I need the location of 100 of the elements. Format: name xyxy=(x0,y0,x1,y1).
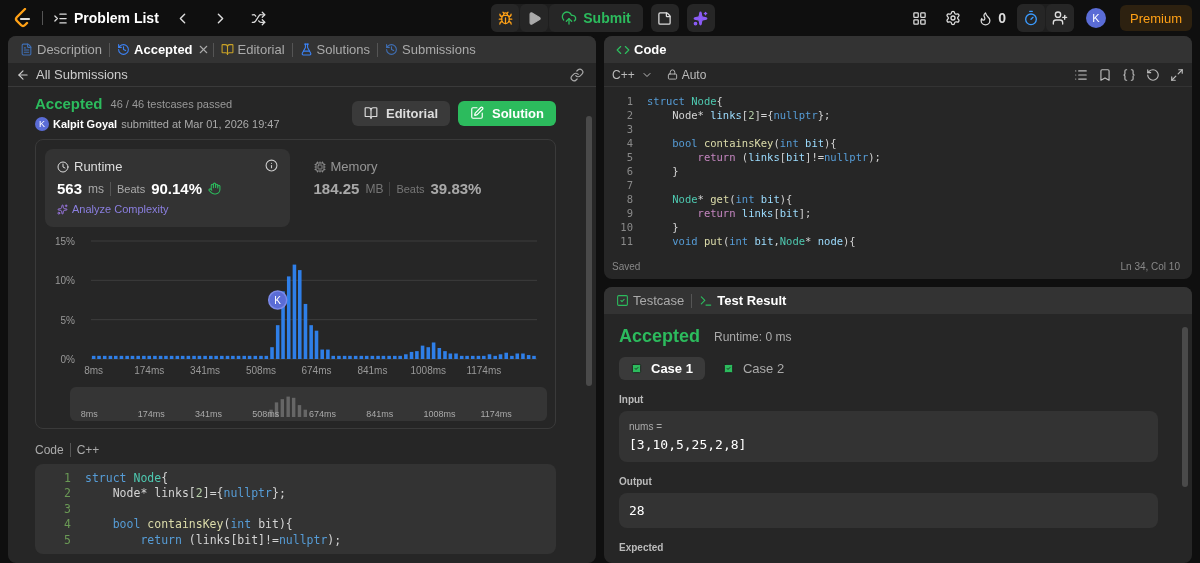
invite-button[interactable] xyxy=(1046,4,1074,32)
line-number: 6 xyxy=(625,165,633,177)
stat-tab[interactable]: Runtime 563 ms Beats 90.14% Analyze Complexity xyxy=(45,149,290,227)
scrollbar[interactable] xyxy=(1182,327,1188,487)
line-number: 5 xyxy=(625,151,633,163)
debug-button[interactable] xyxy=(491,4,520,32)
y-axis-label: 5% xyxy=(60,314,75,326)
result-status: Accepted xyxy=(619,326,701,347)
range-label: 1008ms xyxy=(423,409,456,419)
play-icon xyxy=(526,10,542,26)
line-number: 11 xyxy=(619,235,633,247)
panel-tab[interactable]: Testcase xyxy=(612,288,689,313)
bug-icon xyxy=(497,10,513,26)
add-user-icon xyxy=(1052,10,1068,26)
code-tab[interactable]: Code xyxy=(612,37,671,62)
scrollbar[interactable] xyxy=(586,116,592,386)
book-icon xyxy=(220,43,234,56)
stat-unit: MB xyxy=(365,181,384,196)
cloud-upload-icon xyxy=(561,10,578,26)
language-label: C++ xyxy=(76,443,100,457)
line-number: 3 xyxy=(63,501,71,516)
logo-icon[interactable] xyxy=(14,8,32,28)
submission-status: Accepted xyxy=(35,95,103,112)
code-line: struct Node{ xyxy=(85,470,169,485)
x-axis-label: 674ms xyxy=(301,365,332,376)
format-icon[interactable] xyxy=(1074,67,1088,82)
problem-list-link[interactable]: Problem List xyxy=(53,10,159,26)
beats-label: Beats xyxy=(396,182,425,195)
stat-unit: ms xyxy=(88,181,105,196)
document-icon xyxy=(20,43,33,56)
case-tab[interactable]: Case 2 xyxy=(710,357,797,380)
flask-icon xyxy=(299,43,313,56)
premium-button[interactable]: Premium xyxy=(1120,5,1192,31)
panel-tab[interactable]: Editorial xyxy=(216,37,289,62)
analyze-complexity-link[interactable]: Analyze Complexity xyxy=(57,203,278,215)
line-number: 9 xyxy=(625,207,633,219)
panel-tab[interactable]: Description xyxy=(16,37,107,62)
line-number: 3 xyxy=(625,123,633,135)
bookmark-icon[interactable] xyxy=(1098,67,1112,82)
user-name[interactable]: Kalpit Goyal xyxy=(53,118,118,130)
line-number: 1 xyxy=(63,470,71,485)
run-button[interactable] xyxy=(520,4,549,32)
panel-tab[interactable]: Accepted xyxy=(113,37,197,62)
param-value: [3,10,5,25,2,8] xyxy=(629,437,748,452)
input-label: Input xyxy=(619,394,645,405)
reset-icon[interactable] xyxy=(1146,67,1160,82)
chip-icon xyxy=(313,160,326,173)
user-avatar: K xyxy=(35,117,49,131)
submission-time: submitted at Mar 01, 2026 19:47 xyxy=(121,118,280,130)
panel-tab[interactable]: Submissions xyxy=(381,37,480,62)
code-line: struct Node{ xyxy=(647,95,723,107)
param-name: nums = xyxy=(629,421,664,432)
auto-mode-toggle[interactable]: Auto xyxy=(666,67,707,82)
y-axis-label: 10% xyxy=(55,275,75,287)
submit-button[interactable]: Submit xyxy=(549,4,643,32)
timer-button[interactable] xyxy=(1017,4,1045,32)
panel-tab[interactable]: Solutions xyxy=(295,37,374,62)
save-status: Saved xyxy=(612,260,641,272)
stat-title: Memory xyxy=(330,159,378,174)
book-icon xyxy=(364,106,378,120)
x-axis-label: 508ms xyxy=(245,365,276,376)
output-value: 28 xyxy=(629,503,646,518)
line-number: 7 xyxy=(625,179,633,191)
range-label: 1174ms xyxy=(480,409,512,419)
code-line: } xyxy=(671,165,679,177)
ai-button[interactable] xyxy=(686,4,715,32)
note-button[interactable] xyxy=(650,4,679,32)
hand-icon xyxy=(208,182,222,195)
back-link[interactable]: All Submissions xyxy=(16,67,128,82)
grid-icon xyxy=(911,10,927,26)
code-line: bool containsKey(int bit){ xyxy=(111,517,293,532)
note-icon xyxy=(657,10,673,26)
link-icon[interactable] xyxy=(570,67,584,82)
panel-tab[interactable]: Test Result xyxy=(695,288,791,313)
checkbox-icon xyxy=(616,294,629,307)
x-axis-label: 841ms xyxy=(357,365,388,376)
shuffle-icon xyxy=(251,10,267,26)
braces-icon[interactable] xyxy=(1122,67,1136,82)
line-number: 2 xyxy=(625,109,633,121)
expected-label: Expected xyxy=(619,542,665,553)
streak-button[interactable]: 0 xyxy=(973,4,1011,32)
info-icon[interactable] xyxy=(264,159,278,172)
range-label: 841ms xyxy=(366,409,394,419)
settings-icon xyxy=(945,10,962,26)
runtime-text: Runtime: 0 ms xyxy=(714,329,792,344)
range-selector[interactable]: 8ms 174ms 341ms 508ms 674ms 841ms 1008ms 1174ms xyxy=(70,387,547,421)
range-label: 8ms xyxy=(80,409,98,419)
x-axis-label: 174ms xyxy=(134,365,165,376)
edit-icon xyxy=(470,106,484,120)
line-number: 8 xyxy=(625,193,633,205)
range-label: 508ms xyxy=(252,409,280,419)
case-tab[interactable]: Case 1 xyxy=(619,357,705,380)
editorial-button[interactable]: Editorial xyxy=(352,100,450,126)
code-line: return (links[bit]!=nullptr); xyxy=(139,532,342,547)
timer-icon xyxy=(1023,10,1039,26)
stat-tab[interactable]: Memory 184.25 MB Beats 39.83% xyxy=(301,149,546,227)
language-select[interactable]: C++ xyxy=(612,67,653,82)
expand-icon[interactable] xyxy=(1170,67,1184,82)
user-avatar[interactable]: K xyxy=(1086,8,1106,28)
history-icon xyxy=(117,43,131,56)
